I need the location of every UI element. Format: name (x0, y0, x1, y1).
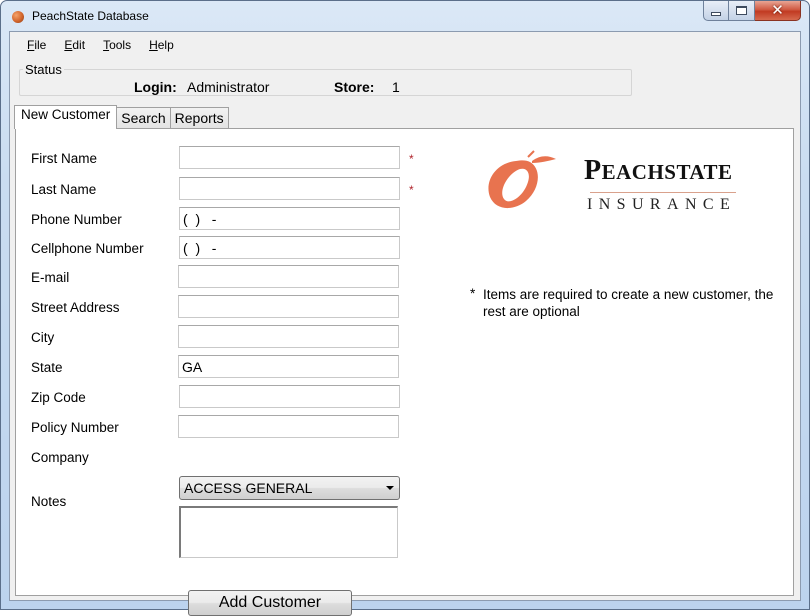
store-value: 1 (392, 79, 400, 95)
city-field[interactable] (178, 325, 399, 348)
add-customer-button[interactable]: Add Customer (188, 590, 352, 616)
street-address-field[interactable] (178, 295, 399, 318)
street-address-label: Street Address (31, 300, 120, 315)
tab-strip: New Customer Search Reports (14, 104, 229, 129)
maximize-button[interactable] (729, 1, 755, 21)
chevron-down-icon (386, 486, 394, 490)
status-group (19, 69, 632, 96)
window-title: PeachState Database (32, 9, 149, 23)
client-area: File Edit Tools Help Status Login: Admin… (9, 31, 801, 616)
logo-wordmark: PEACHSTATE (584, 155, 733, 187)
close-icon: ✕ (771, 2, 784, 19)
last-name-field[interactable] (179, 177, 400, 200)
tab-new-customer[interactable]: New Customer (14, 105, 118, 129)
window-controls: ✕ (703, 1, 801, 21)
notes-field[interactable] (179, 506, 398, 558)
menu-help[interactable]: Help (140, 36, 183, 56)
first-name-label: First Name (31, 151, 98, 166)
logo-initial: P (584, 155, 602, 186)
app-window: PeachState Database ✕ File Edit Tools He… (0, 0, 810, 616)
state-label: State (31, 360, 63, 375)
menu-file[interactable]: File (10, 36, 55, 56)
menu-bar: File Edit Tools Help (10, 36, 183, 56)
policy-number-label: Policy Number (31, 420, 119, 435)
peach-app-icon (12, 11, 24, 23)
required-marker: * (409, 152, 414, 166)
logo-name-rest: EACHSTATE (601, 160, 733, 184)
maximize-icon (736, 6, 747, 15)
policy-number-field[interactable] (178, 415, 399, 438)
city-label: City (31, 330, 55, 345)
phone-number-label: Phone Number (31, 212, 122, 227)
company-selected-value: ACCESS GENERAL (184, 480, 313, 496)
email-field[interactable] (178, 265, 399, 288)
phone-number-field[interactable] (179, 207, 400, 230)
zip-code-label: Zip Code (31, 390, 86, 405)
menu-tools[interactable]: Tools (94, 36, 140, 56)
login-label: Login: (134, 79, 177, 95)
zip-code-field[interactable] (179, 385, 400, 408)
company-label: Company (31, 450, 89, 465)
email-label: E-mail (31, 270, 70, 285)
required-note: Items are required to create a new custo… (483, 287, 774, 319)
note-marker: * (470, 286, 476, 301)
login-value: Administrator (187, 79, 270, 95)
minimize-icon (711, 11, 721, 16)
menu-help-mnemonic: H (149, 38, 158, 52)
cellphone-number-label: Cellphone Number (31, 241, 144, 256)
status-group-label: Status (23, 62, 64, 77)
peach-logo-icon (488, 150, 556, 209)
logo-divider (590, 192, 736, 193)
menu-edit-rest: dit (72, 38, 86, 52)
required-marker: * (409, 183, 414, 197)
close-button[interactable]: ✕ (755, 1, 801, 21)
menu-file-rest: ile (34, 38, 47, 52)
title-bar: PeachState Database ✕ (1, 1, 809, 31)
minimize-button[interactable] (703, 1, 729, 21)
company-dropdown[interactable]: ACCESS GENERAL (179, 476, 400, 500)
store-label: Store: (334, 79, 375, 95)
new-customer-panel: First Name * Last Name * Phone Number Ce… (15, 128, 794, 616)
first-name-field[interactable] (179, 146, 400, 169)
menu-edit[interactable]: Edit (55, 36, 94, 56)
tab-search[interactable]: Search (116, 107, 171, 128)
notes-label: Notes (31, 494, 67, 509)
last-name-label: Last Name (31, 182, 97, 197)
peachstate-logo: PEACHSTATE INSURANCE (482, 147, 742, 217)
cellphone-number-field[interactable] (179, 236, 400, 259)
state-field[interactable] (178, 355, 399, 378)
menu-tools-rest: ools (109, 38, 132, 52)
menu-help-rest: elp (157, 38, 174, 52)
tab-reports[interactable]: Reports (169, 107, 229, 128)
logo-subtitle: INSURANCE (587, 196, 737, 213)
